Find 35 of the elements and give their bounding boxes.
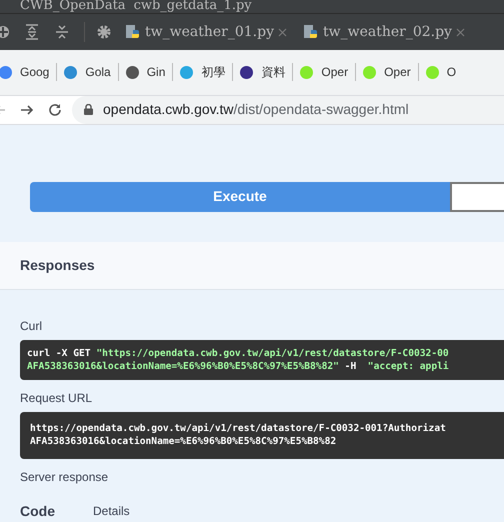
bookmark-link[interactable]: 資料 [261, 63, 286, 82]
code-line: AFA538363016&locationName=%E6%96%B0%E5%8C%97%E5%B8%82" -H "accept: appli [27, 360, 450, 373]
tab-label: tw_weather_01.py [145, 22, 274, 42]
field-label: Curl [20, 318, 44, 334]
field-label: Request URL [20, 390, 94, 406]
tab-label: tw_weather_02.py [322, 22, 452, 42]
lock-icon [84, 104, 93, 116]
bookmark-link[interactable]: Oper [321, 63, 348, 82]
bookmark-link[interactable]: 初學 [201, 63, 226, 82]
expand-all-icon[interactable] [24, 24, 40, 40]
python-file-icon [125, 24, 141, 40]
section-title: Responses [20, 256, 95, 275]
bookmark-link[interactable]: Gola [85, 63, 111, 82]
code-line: https://opendata.cwb.gov.tw/api/v1/rest/datastore/F-C0032-001?Authorizat [30, 422, 447, 436]
clear-button[interactable] [450, 182, 504, 212]
bookmark-link[interactable]: O [446, 63, 456, 82]
code-line: AFA538363016&locationName=%E6%96%B0%E5%8C%97%E5%B8%82 [30, 435, 338, 448]
forward-arrow-icon[interactable] [20, 102, 34, 117]
code-line: curl -X GET "https://opendata.cwb.gov.tw/api/v1/rest/datastore/F-C0032-00 [27, 346, 450, 360]
url-text: opendata.cwb.gov.tw/dist/opendata-swagger.html [103, 100, 409, 120]
close-icon[interactable] [456, 28, 465, 37]
collapse-all-icon[interactable] [54, 24, 70, 40]
reload-icon[interactable] [48, 102, 62, 117]
bookmark-link[interactable]: Goog [20, 63, 50, 82]
bookmark-link[interactable]: Oper [384, 63, 411, 82]
close-icon[interactable] [278, 28, 287, 37]
settings-icon[interactable] [97, 25, 111, 40]
column-header: Details [93, 502, 130, 520]
python-file-icon [302, 24, 319, 40]
column-header: Code [20, 502, 55, 521]
field-label: Server response [20, 468, 110, 485]
crosshair-icon[interactable] [0, 25, 10, 40]
breadcrumb-item[interactable]: CWB_OpenData [20, 0, 126, 14]
bookmark-link[interactable]: Gin [146, 63, 166, 82]
address-field[interactable]: opendata.cwb.gov.tw/dist/opendata-swagger.html [72, 96, 504, 124]
